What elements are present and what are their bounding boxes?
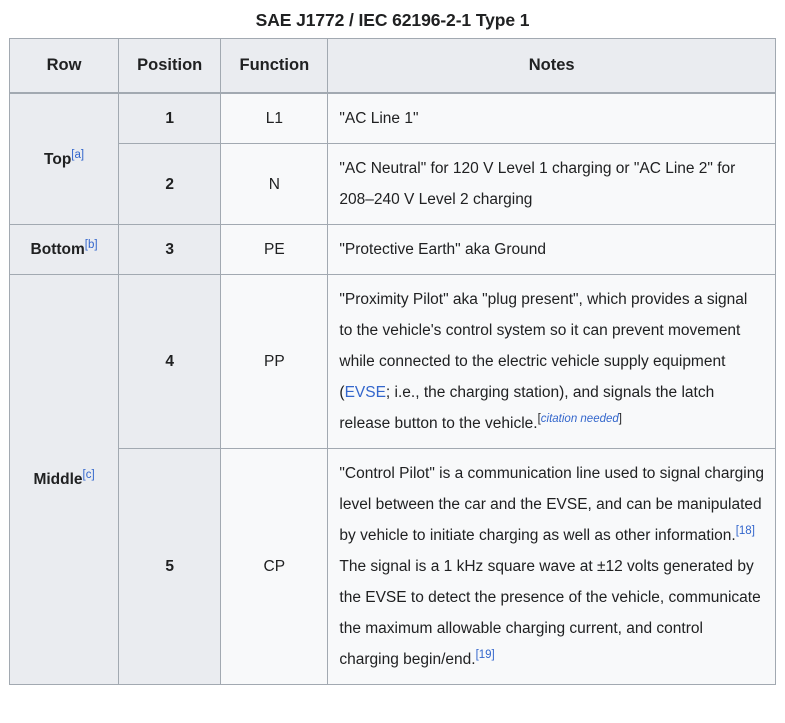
notes-cell: "Proximity Pilot" aka "plug present", wh…	[327, 274, 776, 449]
function-cell: PE	[220, 224, 329, 275]
position-cell: 1	[118, 92, 222, 144]
function-cell: L1	[220, 92, 329, 144]
notes-cell: "AC Neutral" for 120 V Level 1 charging …	[327, 143, 776, 225]
column-header-row: Row	[8, 38, 120, 94]
function-cell: N	[220, 143, 329, 225]
pinout-table: Row Position Function Notes Top[a] 1 L1 …	[8, 38, 776, 685]
row-label-middle: Middle[c]	[8, 274, 120, 685]
reference-19[interactable]: [19]	[476, 649, 495, 661]
table-header: Row Position Function Notes	[8, 38, 776, 94]
notes-cell: "Control Pilot" is a communication line …	[327, 448, 776, 685]
reference-18[interactable]: [18]	[736, 525, 755, 537]
table-caption: SAE J1772 / IEC 62196-2-1 Type 1	[255, 10, 530, 30]
position-cell: 4	[118, 274, 222, 449]
citation-needed-marker[interactable]: [citation needed]	[538, 413, 622, 425]
position-cell: 3	[118, 224, 222, 275]
notes-cell: "Protective Earth" aka Ground	[327, 224, 776, 275]
table-header-row: Row Position Function Notes	[8, 38, 776, 94]
page-root: SAE J1772 / IEC 62196-2-1 Type 1 Row Pos…	[0, 0, 785, 723]
row-label-top-text: Top	[44, 150, 72, 168]
function-cell: PP	[220, 274, 329, 449]
footnote-marker-b[interactable]: [b]	[85, 239, 98, 251]
footnote-marker-a[interactable]: [a]	[71, 148, 84, 161]
row-label-middle-text: Middle	[33, 471, 83, 488]
notes-paragraph-one: "Control Pilot" is a communication line …	[339, 465, 764, 544]
row-label-bottom-text: Bottom	[30, 241, 85, 258]
column-header-notes: Notes	[327, 38, 776, 94]
row-label-top: Top[a]	[8, 92, 120, 225]
notes-text-after-link: ; i.e., the charging station), and signa…	[339, 384, 715, 432]
column-header-function: Function	[220, 38, 329, 94]
table-row: Middle[c] 4 PP "Proximity Pilot" aka "pl…	[8, 274, 776, 685]
footnote-marker-c[interactable]: [c]	[83, 469, 95, 481]
table-row: 2 N "AC Neutral" for 120 V Level 1 charg…	[10, 143, 776, 225]
table-row: Bottom[b] 3 PE "Protective Earth" aka Gr…	[8, 224, 776, 275]
position-cell: 5	[118, 448, 222, 685]
table-row: Top[a] 1 L1 "AC Line 1"	[8, 92, 776, 225]
table-row: 5 CP "Control Pilot" is a communication …	[10, 448, 776, 685]
notes-paragraph-two: The signal is a 1 kHz square wave at ±12…	[339, 558, 761, 668]
notes-cell: "AC Line 1"	[327, 92, 776, 144]
column-header-position: Position	[118, 38, 222, 94]
evse-link[interactable]: EVSE	[345, 384, 386, 401]
citation-needed-label: citation needed	[540, 412, 619, 425]
function-cell: CP	[220, 448, 329, 685]
position-cell: 2	[118, 143, 222, 225]
row-label-bottom: Bottom[b]	[8, 224, 120, 275]
table-body: Top[a] 1 L1 "AC Line 1" 2 N "AC Neutral"…	[8, 92, 776, 685]
